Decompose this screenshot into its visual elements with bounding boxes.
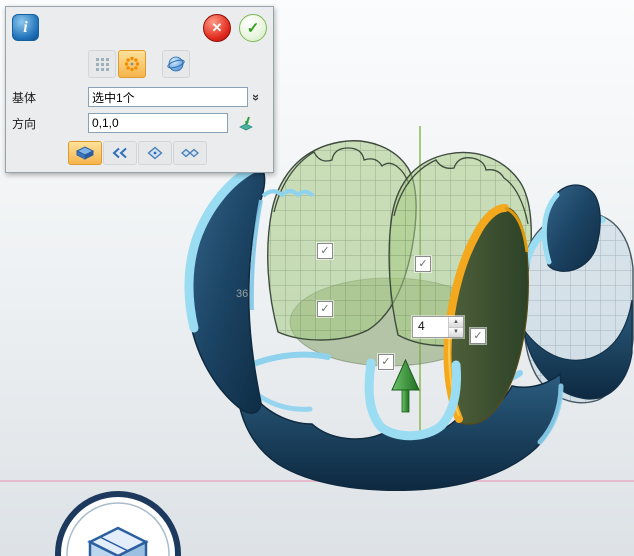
pattern-command-dialog: i ✕ ✓ <box>5 6 274 173</box>
pattern-feature-button[interactable] <box>68 141 102 165</box>
dialog-toolbar <box>6 48 273 84</box>
feature-checkbox-3[interactable]: ✓ <box>415 256 431 272</box>
direction-arrow-manipulator[interactable] <box>392 360 419 412</box>
pick-direction-button[interactable] <box>238 115 254 131</box>
pick-direction-icon <box>238 115 254 131</box>
dimension-label: 36 <box>236 288 248 300</box>
check-mark: ✓ <box>320 246 329 257</box>
check-icon: ✓ <box>247 19 260 37</box>
symmetry-option-button[interactable] <box>173 141 207 165</box>
count-spinner[interactable]: 4 ▲ ▼ <box>412 316 464 338</box>
bricks-icon <box>74 145 96 161</box>
feature-checkbox-1[interactable]: ✓ <box>317 243 333 259</box>
direction-label: 方向 <box>12 115 88 132</box>
confirm-button[interactable]: ✓ <box>239 14 267 42</box>
base-body-label: 基体 <box>12 89 88 106</box>
double-diamond-icon <box>180 146 200 160</box>
check-mark: ✓ <box>473 331 482 342</box>
feature-checkbox-5[interactable]: ✓ <box>378 354 394 370</box>
check-mark: ✓ <box>320 304 329 315</box>
pattern-sphere-button[interactable] <box>162 50 190 78</box>
catalog-logo-badge[interactable] <box>42 484 202 556</box>
sphere-icon <box>167 55 185 73</box>
diamond-icon <box>145 146 165 160</box>
cancel-button[interactable]: ✕ <box>203 14 231 42</box>
base-body-row: 基体 » <box>6 84 273 110</box>
feature-checkbox-4[interactable]: ✓ <box>470 328 486 344</box>
cad-viewport-window: ✓ ✓ ✓ ✓ ✓ 4 ▲ ▼ 36 i ✕ ✓ <box>0 0 634 556</box>
double-chevron-icon <box>110 146 130 160</box>
dot-grid-icon <box>94 56 110 72</box>
pattern-grid-button[interactable] <box>88 50 116 78</box>
dialog-header: i ✕ ✓ <box>6 7 273 48</box>
dot-ring-icon <box>124 56 140 72</box>
spin-up-button[interactable]: ▲ <box>449 317 463 328</box>
spinner-buttons: ▲ ▼ <box>448 317 463 337</box>
check-mark: ✓ <box>381 357 390 368</box>
direction-input[interactable] <box>88 113 228 133</box>
reverse-direction-button[interactable] <box>103 141 137 165</box>
feature-checkbox-2[interactable]: ✓ <box>317 301 333 317</box>
direction-row: 方向 <box>6 110 273 136</box>
spin-down-button[interactable]: ▼ <box>449 328 463 338</box>
expand-chevron-icon[interactable]: » <box>250 93 263 100</box>
count-value[interactable]: 4 <box>413 317 448 337</box>
dialog-bottom-toolbar <box>6 136 273 172</box>
info-icon[interactable]: i <box>12 14 39 41</box>
base-body-input[interactable] <box>88 87 248 107</box>
close-icon: ✕ <box>212 20 223 36</box>
pattern-circular-button[interactable] <box>118 50 146 78</box>
model-petal-front-rim <box>369 363 456 436</box>
spacing-option-button[interactable] <box>138 141 172 165</box>
check-mark: ✓ <box>418 259 427 270</box>
